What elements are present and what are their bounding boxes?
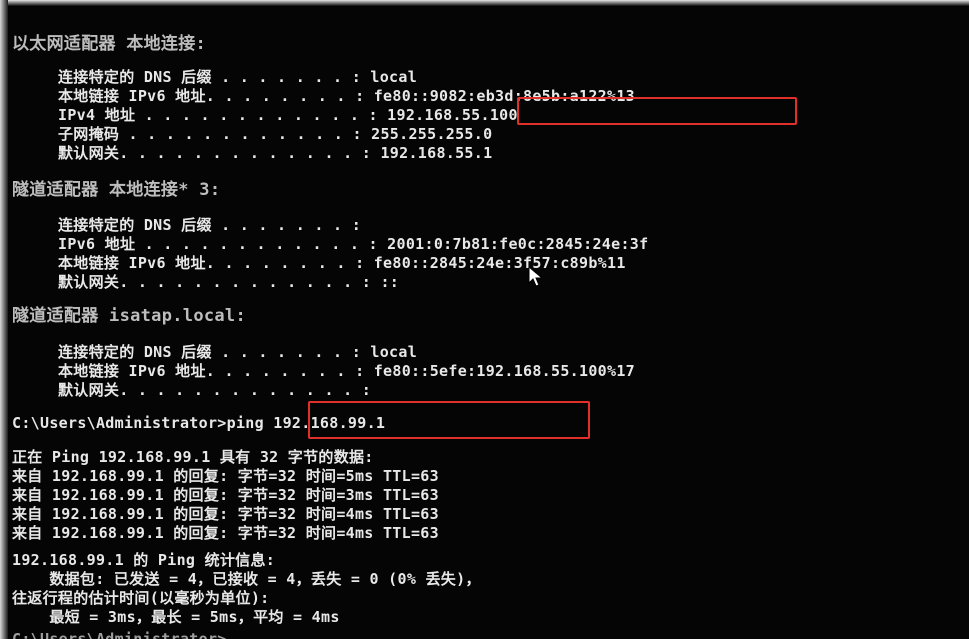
ping-stats-rtt-values: 最短 = 3ms，最长 = 5ms，平均 = 4ms	[12, 608, 340, 626]
ping-stats-header: 192.168.99.1 的 Ping 统计信息:	[12, 551, 276, 569]
terminal-line: 子网掩码 . . . . . . . . . . . . : 255.255.2…	[30, 125, 493, 143]
adapter-header-ethernet: 以太网适配器 本地连接:	[12, 34, 207, 54]
adapter-header-isatap: 隧道适配器 isatap.local:	[12, 306, 246, 326]
adapter-header-tunnel-3: 隧道适配器 本地连接* 3:	[12, 180, 221, 200]
terminal-line: 本地链接 IPv6 地址. . . . . . . . : fe80::5efe…	[30, 362, 635, 380]
terminal-line: 默认网关. . . . . . . . . . . . . : 192.168.…	[30, 144, 493, 162]
ping-stats-rtt-header: 往返行程的估计时间(以毫秒为单位):	[12, 589, 270, 607]
monitor-bezel-top	[0, 0, 969, 6]
terminal-line: IPv6 地址 . . . . . . . . . . . . : 2001:0…	[30, 235, 649, 253]
terminal-window[interactable]: 以太网适配器 本地连接: 连接特定的 DNS 后缀 . . . . . . . …	[0, 0, 969, 639]
ping-start-line: 正在 Ping 192.168.99.1 具有 32 字节的数据:	[12, 448, 374, 466]
terminal-line: 连接特定的 DNS 后缀 . . . . . . . : local	[30, 68, 418, 86]
terminal-line: 连接特定的 DNS 后缀 . . . . . . . :	[30, 216, 362, 234]
terminal-line: 默认网关. . . . . . . . . . . . . : ::	[30, 273, 400, 291]
mouse-pointer-icon	[528, 266, 544, 287]
ipv4-highlight-box	[517, 97, 797, 125]
monitor-bezel-left	[0, 0, 8, 639]
ping-stats-packets: 数据包: 已发送 = 4，已接收 = 4，丢失 = 0 (0% 丢失)，	[12, 570, 481, 588]
terminal-line: 默认网关. . . . . . . . . . . . . :	[30, 381, 372, 399]
ping-reply-line: 来自 192.168.99.1 的回复: 字节=32 时间=4ms TTL=63	[12, 505, 439, 523]
ping-reply-line: 来自 192.168.99.1 的回复: 字节=32 时间=3ms TTL=63	[12, 486, 439, 504]
terminal-line: 连接特定的 DNS 后缀 . . . . . . . : local	[30, 343, 418, 361]
ping-reply-line: 来自 192.168.99.1 的回复: 字节=32 时间=5ms TTL=63	[12, 467, 439, 485]
ping-command-highlight-box	[308, 401, 590, 439]
command-prompt[interactable]: C:\Users\Administrator>	[12, 631, 227, 639]
ping-reply-line: 来自 192.168.99.1 的回复: 字节=32 时间=4ms TTL=63	[12, 524, 439, 542]
ipv4-address-line: IPv4 地址 . . . . . . . . . . . . : 192.16…	[30, 106, 518, 124]
